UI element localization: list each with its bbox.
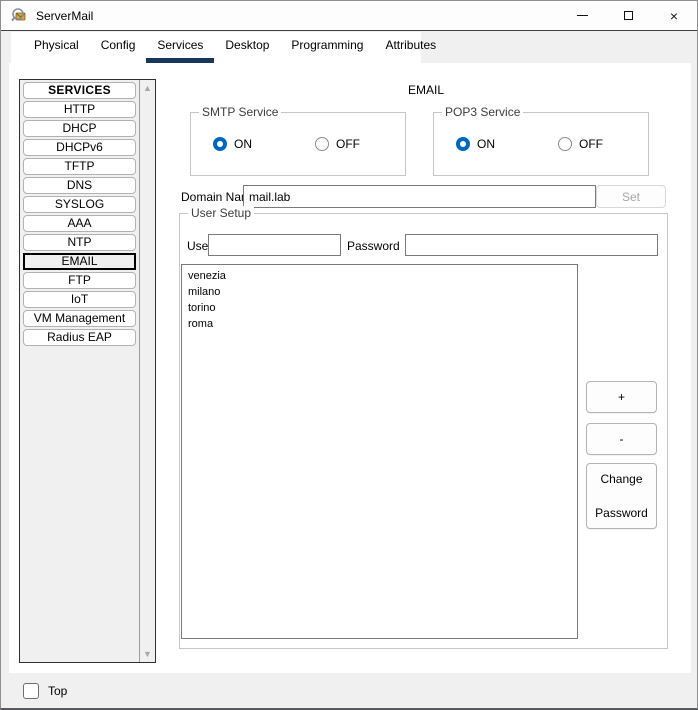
sidebar-item[interactable]: DHCPv6: [23, 139, 136, 156]
pop3-off-option[interactable]: OFF: [558, 137, 646, 151]
smtp-off-option[interactable]: OFF: [315, 137, 403, 151]
smtp-on-radio[interactable]: [213, 137, 227, 151]
tab[interactable]: Config: [90, 32, 147, 63]
add-user-button[interactable]: +: [586, 381, 657, 413]
user-input[interactable]: [208, 234, 341, 256]
pop3-on-option[interactable]: ON: [456, 137, 544, 151]
close-button[interactable]: ×: [651, 1, 697, 30]
sidebar-header-services: SERVICES: [23, 82, 136, 99]
sidebar-item[interactable]: EMAIL: [23, 253, 136, 270]
smtp-off-label: OFF: [336, 137, 360, 151]
window-title: ServerMail: [36, 8, 94, 23]
smtp-on-label: ON: [234, 137, 252, 151]
user-setup-label: User Setup: [188, 206, 255, 220]
password-label: Password: [347, 239, 400, 253]
change-password-line2: Password: [595, 506, 648, 520]
sidebar-item[interactable]: Radius EAP: [23, 329, 136, 346]
user-list-item[interactable]: milano: [182, 284, 577, 300]
pop3-off-label: OFF: [579, 137, 603, 151]
smtp-radio-row: ON OFF: [191, 113, 405, 175]
sidebar-item[interactable]: HTTP: [23, 101, 136, 118]
sidebar-item[interactable]: VM Management: [23, 310, 136, 327]
tab[interactable]: Services: [146, 32, 215, 63]
footer-bar: Top: [1, 673, 697, 708]
tab-bar: Physical Config Services Desktop Programming…: [11, 32, 436, 63]
top-checkbox[interactable]: [23, 683, 39, 699]
minimize-button[interactable]: [559, 1, 605, 30]
change-password-button[interactable]: Change Password: [586, 463, 657, 529]
smtp-off-radio[interactable]: [315, 137, 329, 151]
sidebar-item[interactable]: AAA: [23, 215, 136, 232]
sidebar-item[interactable]: FTP: [23, 272, 136, 289]
sidebar-item[interactable]: DNS: [23, 177, 136, 194]
server-config-window: ServerMail × Physical Config Services Deskt…: [0, 0, 698, 710]
caption-buttons: ×: [559, 1, 697, 30]
user-list-item[interactable]: torino: [182, 300, 577, 316]
scroll-down-icon[interactable]: ▼: [140, 649, 155, 659]
sidebar-item[interactable]: SYSLOG: [23, 196, 136, 213]
title-bar: ServerMail ×: [1, 1, 697, 31]
pop3-off-radio[interactable]: [558, 137, 572, 151]
password-input[interactable]: [405, 234, 658, 256]
user-list-item[interactable]: venezia: [182, 268, 577, 284]
set-button[interactable]: Set: [596, 185, 666, 208]
services-sidebar: SERVICES HTTP DHCP DHCPv6 TFTP DNS SYSLOG AAA N…: [19, 79, 156, 663]
tab[interactable]: Programming: [280, 32, 374, 63]
change-password-line1: Change: [600, 472, 643, 486]
sidebar-item[interactable]: DHCP: [23, 120, 136, 137]
pop3-on-radio[interactable]: [456, 137, 470, 151]
pop3-on-label: ON: [477, 137, 495, 151]
sidebar-scrollbar[interactable]: ▲ ▼: [139, 80, 155, 662]
tab-strip: Physical Config Services Desktop Programming…: [1, 32, 697, 63]
maximize-button[interactable]: [605, 1, 651, 30]
maximize-icon: [623, 11, 633, 20]
sidebar-item[interactable]: TFTP: [23, 158, 136, 175]
sidebar-item[interactable]: IoT: [23, 291, 136, 308]
close-icon: ×: [669, 7, 679, 24]
user-list-item[interactable]: roma: [182, 316, 577, 332]
pop3-service-group: POP3 Service ON OFF: [433, 105, 649, 176]
sidebar-item[interactable]: NTP: [23, 234, 136, 251]
tab[interactable]: Attributes: [374, 32, 447, 63]
scroll-up-icon[interactable]: ▲: [140, 83, 155, 93]
page-title: EMAIL: [407, 83, 444, 97]
tab[interactable]: Desktop: [214, 32, 280, 63]
packet-tracer-app-icon: [11, 8, 26, 22]
smtp-service-group: SMTP Service ON OFF: [190, 105, 406, 176]
services-list: SERVICES HTTP DHCP DHCPv6 TFTP DNS SYSLOG AAA N…: [20, 80, 139, 662]
pop3-radio-row: ON OFF: [434, 113, 648, 175]
services-pane: SERVICES HTTP DHCP DHCPv6 TFTP DNS SYSLOG AAA N…: [9, 63, 691, 673]
top-checkbox-label: Top: [48, 684, 68, 698]
minimize-icon: [576, 15, 588, 16]
smtp-on-option[interactable]: ON: [213, 137, 301, 151]
remove-user-button[interactable]: -: [586, 423, 657, 455]
user-list[interactable]: venezia milano torino roma: [181, 264, 578, 639]
domain-name-input[interactable]: [243, 185, 596, 208]
tab[interactable]: Physical: [23, 32, 90, 63]
